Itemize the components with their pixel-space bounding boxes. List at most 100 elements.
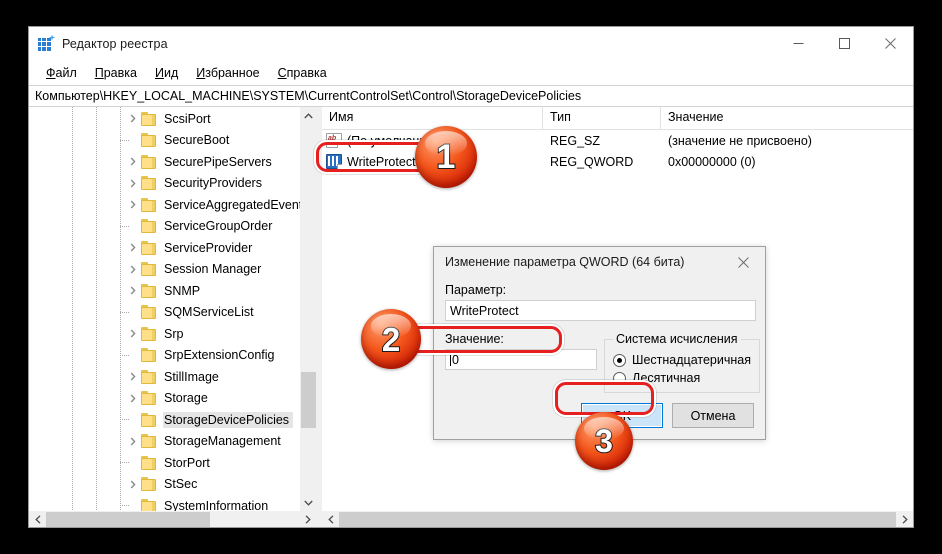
folder-icon xyxy=(141,133,158,147)
dialog-title-bar: Изменение параметра QWORD (64 бита) xyxy=(434,247,765,277)
chevron-right-icon[interactable] xyxy=(125,240,141,256)
column-header-value[interactable]: Значение xyxy=(661,107,913,130)
values-hscroll-track[interactable] xyxy=(339,512,896,527)
dialog-close-button[interactable] xyxy=(721,247,765,277)
tree-item-label: StorageDevicePolicies xyxy=(163,412,293,428)
folder-icon xyxy=(141,219,158,233)
tree-item-label: SQMServiceList xyxy=(163,304,258,320)
chevron-right-icon[interactable] xyxy=(125,476,141,492)
param-name-value: WriteProtect xyxy=(450,304,519,318)
tree-item-storage[interactable]: Storage xyxy=(29,388,300,410)
values-horizontal-scrollbar[interactable] xyxy=(322,511,913,527)
folder-icon xyxy=(141,284,158,298)
menu-edit[interactable]: Правка xyxy=(86,64,146,82)
column-header-name[interactable]: Имя xyxy=(322,107,543,130)
tree-item-stillimage[interactable]: StillImage xyxy=(29,366,300,388)
tree-scroll-up-button[interactable] xyxy=(301,107,316,124)
minimize-button[interactable] xyxy=(775,27,821,60)
value-row[interactable]: WriteProtectREG_QWORD0x00000000 (0) xyxy=(322,151,913,172)
values-hscroll-right-button[interactable] xyxy=(896,512,913,527)
tree-item-label: ServiceGroupOrder xyxy=(163,218,276,234)
values-hscroll-thumb[interactable] xyxy=(339,512,896,527)
chevron-right-icon[interactable] xyxy=(125,175,141,191)
tree-scroll-down-button[interactable] xyxy=(301,494,316,511)
string-value-icon: ab xyxy=(326,133,342,148)
text-caret xyxy=(450,353,451,366)
value-row[interactable]: ab(По умолчанию)REG_SZ(значение не присв… xyxy=(322,130,913,151)
column-header-type[interactable]: Тип xyxy=(543,107,661,130)
tree-item-storagedevicepolicies[interactable]: StorageDevicePolicies xyxy=(29,409,300,431)
tree-hscroll-left-button[interactable] xyxy=(29,512,46,527)
maximize-button[interactable] xyxy=(821,27,867,60)
tree-item-serviceprovider[interactable]: ServiceProvider xyxy=(29,237,300,259)
step-badge-1: 1 xyxy=(415,126,477,188)
tree-item-srp[interactable]: Srp xyxy=(29,323,300,345)
tree-item-label: SNMP xyxy=(163,283,204,299)
folder-icon xyxy=(141,198,158,212)
radio-decimal-indicator[interactable] xyxy=(613,372,626,385)
chevron-right-icon[interactable] xyxy=(125,261,141,277)
cancel-button[interactable]: Отмена xyxy=(672,403,754,428)
registry-editor-icon xyxy=(38,36,54,52)
tree-hscroll-track[interactable] xyxy=(46,512,299,527)
tree-item-storagemanagement[interactable]: StorageManagement xyxy=(29,431,300,453)
menu-bar: Файл Правка Иид Избранное Справка xyxy=(29,60,913,85)
value-data-input[interactable]: 0 xyxy=(445,349,597,370)
chevron-right-icon[interactable] xyxy=(125,390,141,406)
tree-item-systeminformation[interactable]: SystemInformation xyxy=(29,495,300,511)
tree-item-stsec[interactable]: StSec xyxy=(29,474,300,496)
chevron-right-icon[interactable] xyxy=(125,154,141,170)
tree-item-label: StorPort xyxy=(163,455,214,471)
param-name-input[interactable]: WriteProtect xyxy=(445,300,756,321)
tree-item-securityproviders[interactable]: SecurityProviders xyxy=(29,173,300,195)
folder-icon xyxy=(141,112,158,126)
value-name-text: WriteProtect xyxy=(347,155,416,169)
chevron-right-icon[interactable] xyxy=(125,197,141,213)
tree-scroll-thumb[interactable] xyxy=(301,372,316,428)
tree-item-servicegrouporder[interactable]: ServiceGroupOrder xyxy=(29,216,300,238)
folder-icon xyxy=(141,176,158,190)
tree-item-serviceaggregatedevents[interactable]: ServiceAggregatedEvents xyxy=(29,194,300,216)
radio-hexadecimal-label: Шестнадцатеричная xyxy=(632,353,751,367)
tree-connector xyxy=(120,140,129,141)
radio-hexadecimal[interactable]: Шестнадцатеричная xyxy=(613,353,751,367)
menu-help[interactable]: Справка xyxy=(269,64,336,82)
chevron-right-icon[interactable] xyxy=(125,326,141,342)
tree-item-label: Storage xyxy=(163,390,212,406)
tree-item-secureboot[interactable]: SecureBoot xyxy=(29,130,300,152)
tree-horizontal-scrollbar[interactable] xyxy=(29,511,316,527)
chevron-right-icon[interactable] xyxy=(125,111,141,127)
radio-hexadecimal-indicator[interactable] xyxy=(613,354,626,367)
tree-scroll-track[interactable] xyxy=(301,124,316,494)
tree-item-label: StillImage xyxy=(163,369,223,385)
chevron-right-icon[interactable] xyxy=(125,433,141,449)
title-bar: Редактор реестра xyxy=(29,27,913,60)
address-path: Компьютер\HKEY_LOCAL_MACHINE\SYSTEM\Curr… xyxy=(35,89,581,103)
dialog-value-row: Значение: 0 Система исчисления Шестнадца… xyxy=(445,332,754,393)
value-type-cell: REG_SZ xyxy=(543,134,661,148)
menu-file[interactable]: Файл xyxy=(37,64,86,82)
radio-decimal-label: Десятичная xyxy=(632,371,700,385)
tree-item-storport[interactable]: StorPort xyxy=(29,452,300,474)
radio-decimal[interactable]: Десятичная xyxy=(613,371,751,385)
chevron-right-icon[interactable] xyxy=(125,369,141,385)
binary-value-icon xyxy=(326,154,342,169)
folder-icon xyxy=(141,348,158,362)
tree-item-session-manager[interactable]: Session Manager xyxy=(29,259,300,281)
menu-view[interactable]: Иид xyxy=(146,64,187,82)
close-button[interactable] xyxy=(867,27,913,60)
chevron-right-icon[interactable] xyxy=(125,283,141,299)
tree-hscroll-thumb[interactable] xyxy=(46,512,210,527)
tree-vertical-scrollbar[interactable] xyxy=(300,107,316,511)
tree-item-sqmservicelist[interactable]: SQMServiceList xyxy=(29,302,300,324)
tree-item-securepipeservers[interactable]: SecurePipeServers xyxy=(29,151,300,173)
tree-hscroll-right-button[interactable] xyxy=(299,512,316,527)
tree-item-scsiport[interactable]: ScsiPort xyxy=(29,108,300,130)
values-hscroll-left-button[interactable] xyxy=(322,512,339,527)
address-bar[interactable]: Компьютер\HKEY_LOCAL_MACHINE\SYSTEM\Curr… xyxy=(29,85,913,107)
tree-item-srpextensionconfig[interactable]: SrpExtensionConfig xyxy=(29,345,300,367)
menu-favorites[interactable]: Избранное xyxy=(187,64,268,82)
registry-tree[interactable]: ScsiPortSecureBootSecurePipeServersSecur… xyxy=(29,107,300,511)
registry-editor-window: Редактор реестра Файл Правка Иид Избранн… xyxy=(28,26,914,528)
tree-item-snmp[interactable]: SNMP xyxy=(29,280,300,302)
